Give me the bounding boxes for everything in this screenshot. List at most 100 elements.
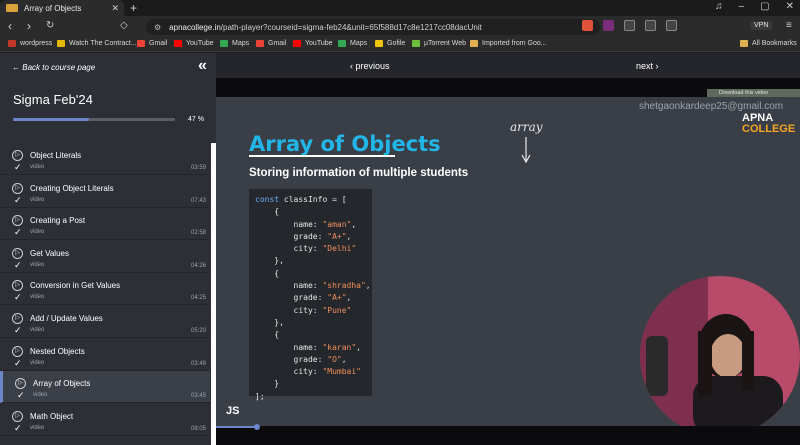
bookmark-item[interactable]: YouTube — [293, 40, 333, 47]
window-controls: ♫ – ▢ ✕ — [715, 1, 794, 12]
video-seek-progress — [216, 426, 257, 428]
code-line: grade: "A+", — [255, 292, 372, 304]
course-progress-bar — [13, 118, 175, 121]
bookmark-icon — [412, 40, 420, 47]
code-token: classInfo = [ — [283, 195, 347, 204]
bookmark-icon — [8, 40, 16, 47]
lesson-title: Get Values — [30, 248, 69, 258]
lesson-item[interactable]: ▷ ✓ Object Literals video 03:59 — [0, 143, 210, 175]
lesson-item[interactable]: ▷ ✓ Creating Object Literals video 07:43 — [0, 176, 210, 208]
slide-title-underline — [249, 155, 395, 157]
video-seek-bar[interactable] — [216, 424, 800, 445]
lesson-item[interactable]: ▷ ✓ Math Object video 08:05 — [0, 404, 210, 436]
lesson-title: Creating a Post — [30, 216, 86, 226]
lesson-title: Object Literals — [30, 151, 82, 160]
lesson-item[interactable]: ▷ ✓ Creating a Post video 02:58 — [0, 208, 210, 241]
back-arrow-icon[interactable]: ‹ — [8, 19, 12, 33]
menu-icon[interactable]: ≡ — [786, 20, 792, 31]
sidebar-icon[interactable] — [645, 20, 656, 31]
brave-shield-icon[interactable] — [582, 20, 593, 31]
back-to-course-link[interactable]: ← Back to course page — [12, 63, 95, 72]
address-bar[interactable]: ⚙ apnacollege.in/path-player?courseid=si… — [146, 19, 600, 35]
bookmark-icon — [174, 40, 182, 47]
lesson-item[interactable]: ▷ ✓ Get Values video 04:26 — [0, 241, 210, 273]
code-token: "Delhi" — [322, 244, 357, 254]
course-title: Sigma Feb'24 — [13, 92, 93, 107]
new-tab-icon[interactable]: + — [130, 1, 137, 15]
check-icon: ✓ — [14, 227, 22, 238]
bookmark-item[interactable]: Gofile — [375, 40, 405, 47]
media-control-icon[interactable]: ♫ — [715, 1, 723, 12]
code-token: { — [255, 330, 280, 340]
vpn-button[interactable]: VPN — [750, 21, 773, 30]
lesson-duration: 04:25 — [190, 295, 206, 302]
check-icon: ✓ — [14, 259, 22, 270]
bookmark-item[interactable]: Gmail — [137, 40, 167, 47]
code-token: , — [346, 231, 352, 241]
code-token: city: — [255, 305, 323, 315]
code-token: grade: — [255, 231, 328, 241]
site-info-icon[interactable]: ⚙ — [154, 23, 161, 32]
bookmark-item[interactable]: Gmail — [256, 40, 286, 47]
wallet-icon[interactable] — [666, 20, 677, 31]
check-icon: ✓ — [14, 162, 22, 172]
code-token: grade: — [255, 354, 328, 364]
code-line: ]; — [255, 391, 372, 403]
next-lesson-button[interactable]: next › — [636, 61, 659, 71]
bookmark-folder[interactable]: Imported from Goo... — [470, 40, 547, 47]
code-token: "O" — [327, 354, 342, 364]
code-token: city: — [255, 367, 323, 377]
course-progress-fill — [13, 118, 90, 121]
lesson-item[interactable]: ▷ ✓ Add / Update Values video 05:20 — [0, 306, 210, 338]
play-circle-icon: ▷ — [12, 280, 23, 292]
browser-tab-bar: Array of Objects ✕ + ♫ – ▢ ✕ — [0, 0, 800, 16]
play-circle-icon: ▷ — [12, 313, 23, 324]
previous-lesson-button[interactable]: ‹ previous — [350, 61, 390, 71]
all-bookmarks-folder[interactable]: All Bookmarks — [740, 40, 797, 47]
extensions-icon[interactable] — [624, 20, 635, 31]
minimize-icon[interactable]: – — [739, 1, 745, 12]
bookmark-icon — [220, 40, 228, 47]
code-line: grade: "O", — [255, 354, 372, 366]
bookmark-item[interactable]: µTorrent Web — [412, 40, 466, 47]
code-token: , — [346, 293, 352, 303]
code-line: { — [255, 329, 372, 341]
code-token: name: — [255, 219, 323, 229]
forward-arrow-icon[interactable]: › — [27, 19, 31, 33]
lesson-duration: 08:05 — [190, 425, 206, 432]
video-frame[interactable]: shetgaonkardeep25@gmail.com APNA COLLEGE… — [216, 97, 800, 426]
check-icon: ✓ — [14, 325, 22, 335]
bookmark-icon — [338, 40, 346, 47]
code-token: name: — [255, 281, 323, 291]
bookmark-page-icon[interactable]: ◇ — [120, 20, 128, 31]
close-tab-icon[interactable]: ✕ — [111, 3, 119, 14]
code-line: { — [255, 268, 372, 280]
bookmark-item[interactable]: Watch The Contract... — [57, 40, 137, 47]
lesson-item[interactable]: ▷ ✓ Conversion in Get Values video 04:25 — [0, 273, 210, 306]
bookmark-item[interactable]: Maps — [338, 40, 367, 47]
code-token: city: — [255, 244, 323, 254]
lesson-duration: 02:58 — [190, 230, 206, 237]
course-sidebar: ← Back to course page « Sigma Feb'24 47 … — [0, 53, 216, 445]
close-window-icon[interactable]: ✕ — [786, 1, 794, 12]
code-token: "karan" — [322, 342, 357, 352]
code-token: }, — [255, 317, 284, 327]
bookmark-item[interactable]: wordpress — [8, 40, 52, 47]
code-line: { — [255, 206, 372, 218]
handwritten-word: array — [510, 120, 543, 134]
lesson-title: Nested Objects — [30, 346, 85, 356]
maximize-icon[interactable]: ▢ — [760, 1, 769, 12]
code-token: }, — [255, 256, 284, 266]
collapse-sidebar-icon[interactable]: « — [198, 57, 207, 75]
lesson-item[interactable]: ▷ ✓ Array of Objects video 03:45 — [0, 371, 210, 404]
rewards-icon[interactable] — [603, 20, 614, 31]
reload-icon[interactable]: ↻ — [46, 20, 54, 31]
browser-tab[interactable]: Array of Objects ✕ — [0, 0, 124, 16]
bookmark-icon — [57, 40, 65, 47]
bookmark-item[interactable]: YouTube — [174, 40, 214, 47]
code-line: name: "karan", — [255, 342, 372, 354]
bookmark-item[interactable]: Maps — [220, 40, 249, 47]
lesson-item[interactable]: ▷ ✓ Nested Objects video 03:48 — [0, 339, 210, 371]
bookmark-icon — [375, 40, 383, 47]
video-seek-handle[interactable] — [253, 424, 260, 430]
